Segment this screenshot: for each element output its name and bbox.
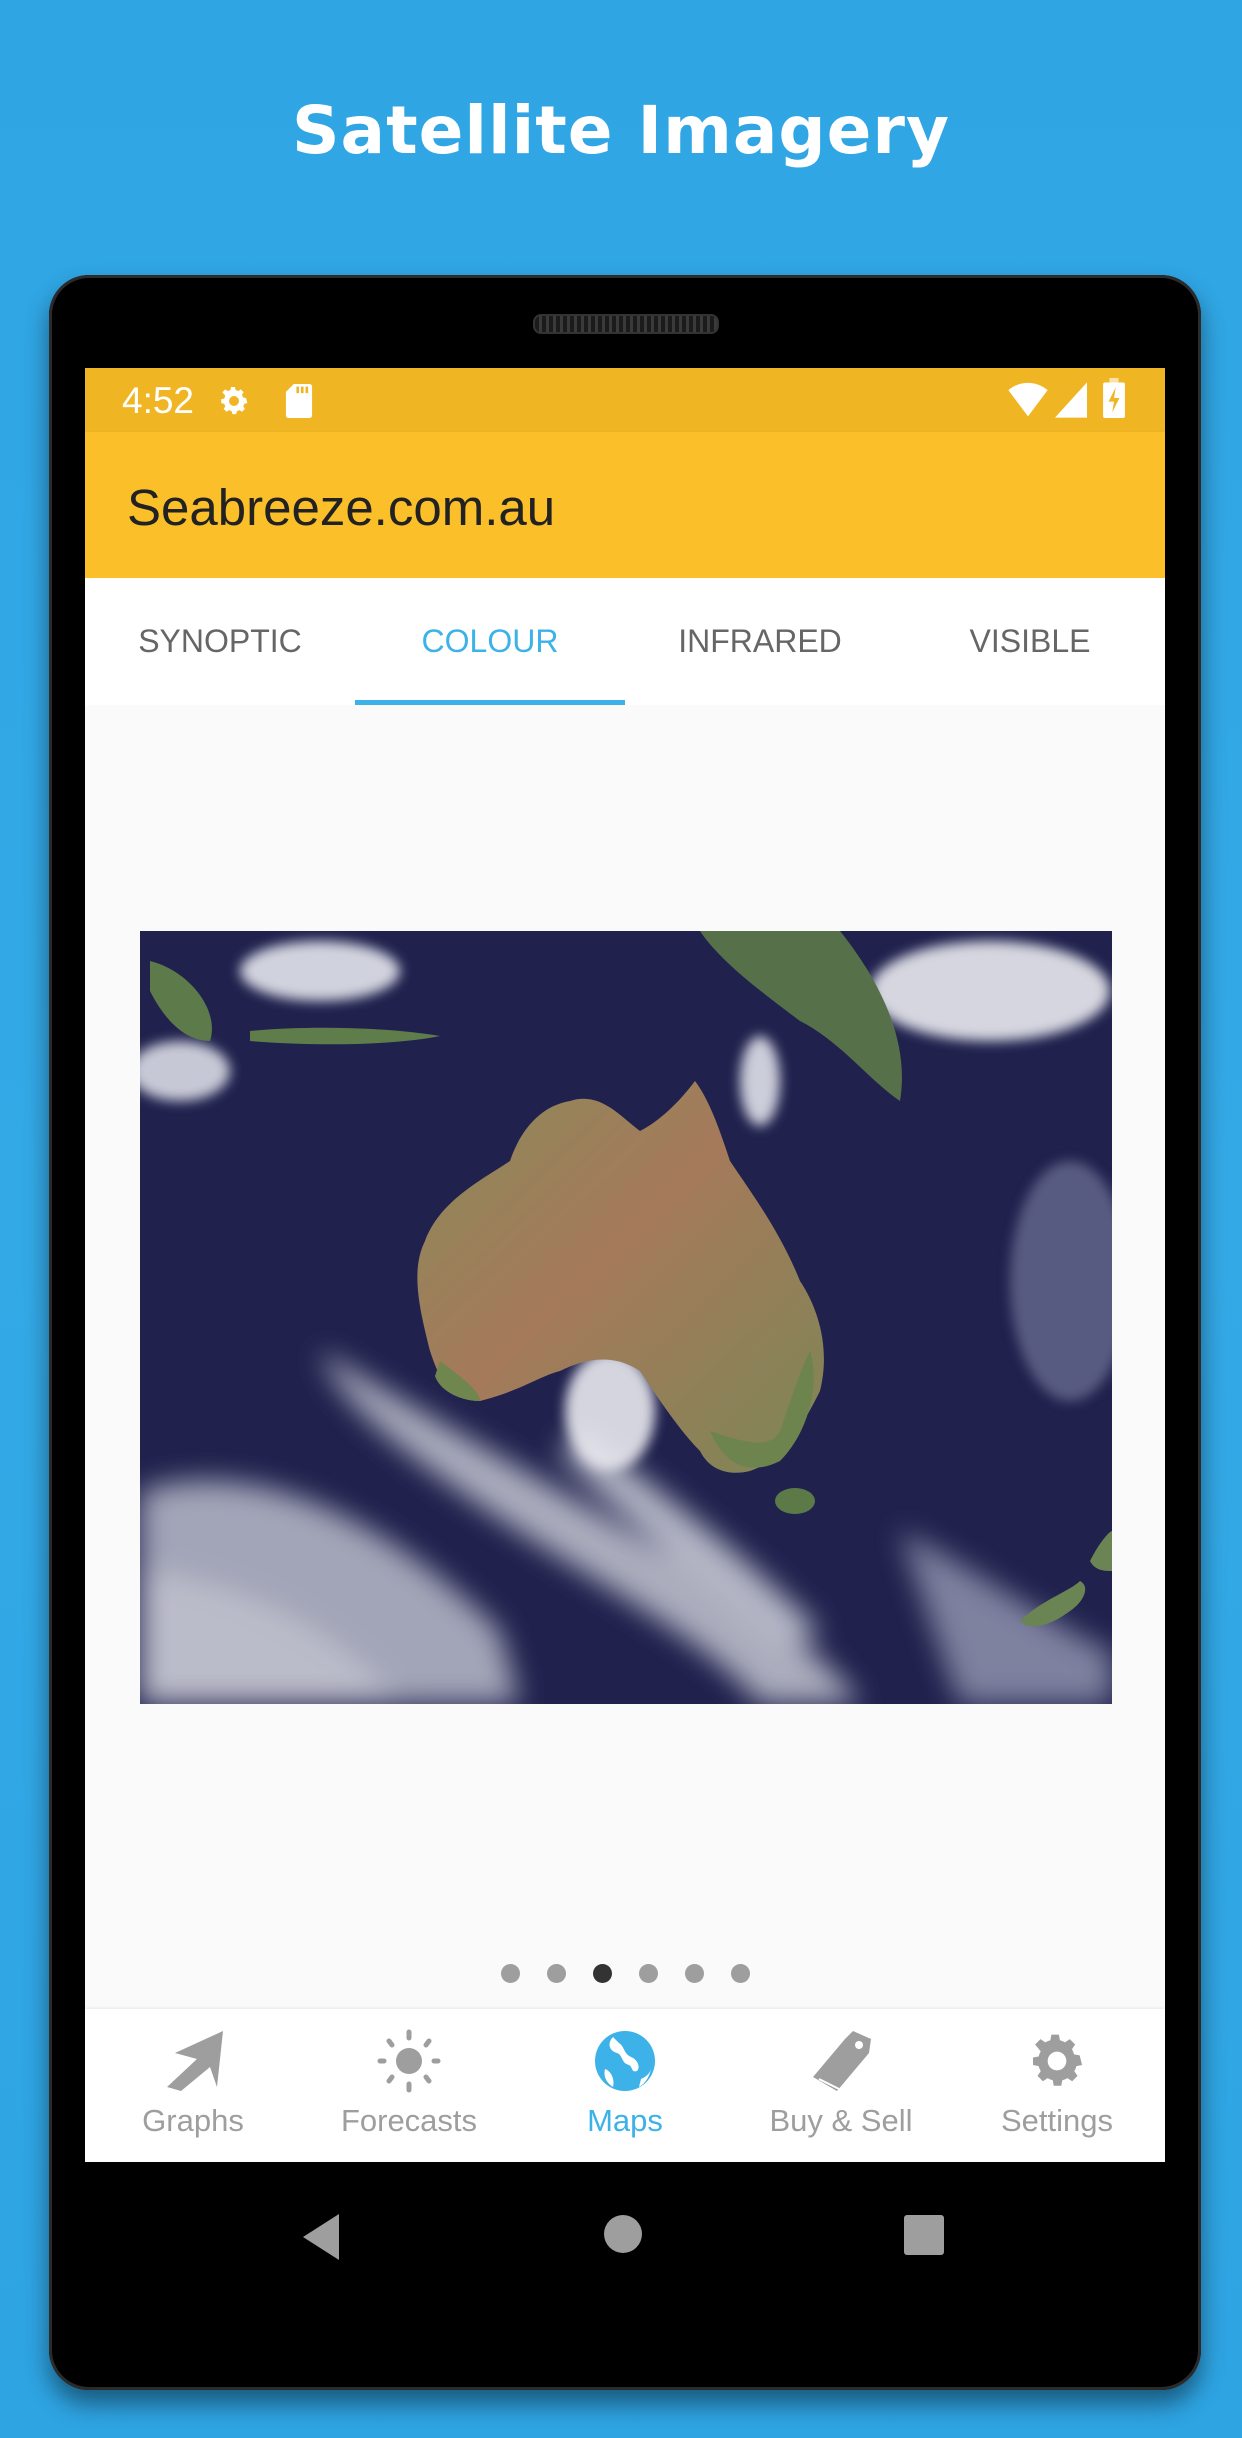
cell-signal-icon bbox=[1055, 382, 1087, 418]
bottom-navigation: Graphs Forecasts Maps Buy & Sell Setting… bbox=[85, 2009, 1165, 2162]
nav-settings[interactable]: Settings bbox=[949, 2009, 1165, 2162]
tab-colour[interactable]: COLOUR bbox=[355, 578, 625, 705]
status-bar: 4:52 bbox=[85, 368, 1165, 432]
page-dot-5[interactable] bbox=[684, 1964, 704, 1983]
nav-maps[interactable]: Maps bbox=[517, 2009, 733, 2162]
recents-button[interactable] bbox=[903, 2214, 945, 2256]
home-button[interactable] bbox=[603, 2214, 643, 2254]
nav-label: Settings bbox=[1000, 2103, 1113, 2138]
satellite-image[interactable] bbox=[140, 931, 1112, 1704]
nav-forecasts[interactable]: Forecasts bbox=[301, 2009, 517, 2162]
nav-buy-sell[interactable]: Buy & Sell bbox=[733, 2009, 949, 2162]
page-dot-3-active[interactable] bbox=[592, 1964, 612, 1983]
system-navigation-bar bbox=[85, 2162, 1165, 2322]
promo-title: Satellite Imagery bbox=[292, 92, 950, 169]
page-dot-6[interactable] bbox=[730, 1964, 750, 1983]
sd-card-icon bbox=[285, 384, 313, 418]
back-button[interactable] bbox=[301, 2214, 341, 2260]
page-indicator bbox=[85, 1964, 1165, 1984]
satellite-map-graphic bbox=[140, 931, 1112, 1704]
nav-label: Maps bbox=[587, 2103, 663, 2138]
tag-icon bbox=[813, 2031, 871, 2091]
gear-icon bbox=[221, 386, 248, 415]
sun-icon bbox=[377, 2029, 441, 2093]
gear-icon bbox=[1033, 2034, 1083, 2086]
nav-label: Buy & Sell bbox=[769, 2103, 913, 2138]
tab-synoptic[interactable]: SYNOPTIC bbox=[85, 578, 355, 705]
nav-label: Graphs bbox=[142, 2103, 244, 2138]
page-dot-1[interactable] bbox=[500, 1964, 520, 1983]
page-dot-2[interactable] bbox=[546, 1964, 566, 1983]
app-screen: 4:52 Seabreeze.com.au SYNOPTIC COLOUR IN… bbox=[85, 368, 1165, 2162]
page-dot-4[interactable] bbox=[638, 1964, 658, 1983]
tab-visible[interactable]: VISIBLE bbox=[895, 578, 1165, 705]
phone-speaker bbox=[533, 314, 719, 334]
nav-graphs[interactable]: Graphs bbox=[85, 2009, 301, 2162]
globe-icon bbox=[595, 2031, 655, 2091]
wifi-icon bbox=[1008, 382, 1048, 417]
arrow-icon bbox=[167, 2031, 223, 2091]
status-time: 4:52 bbox=[122, 380, 195, 421]
app-title: Seabreeze.com.au bbox=[127, 479, 556, 536]
battery-charging-icon bbox=[1103, 378, 1125, 418]
nav-label: Forecasts bbox=[340, 2103, 478, 2138]
active-tab-indicator bbox=[355, 700, 625, 705]
tab-infrared[interactable]: INFRARED bbox=[625, 578, 895, 705]
app-bar: Seabreeze.com.au bbox=[85, 432, 1165, 578]
tab-bar: SYNOPTIC COLOUR INFRARED VISIBLE bbox=[85, 578, 1165, 705]
